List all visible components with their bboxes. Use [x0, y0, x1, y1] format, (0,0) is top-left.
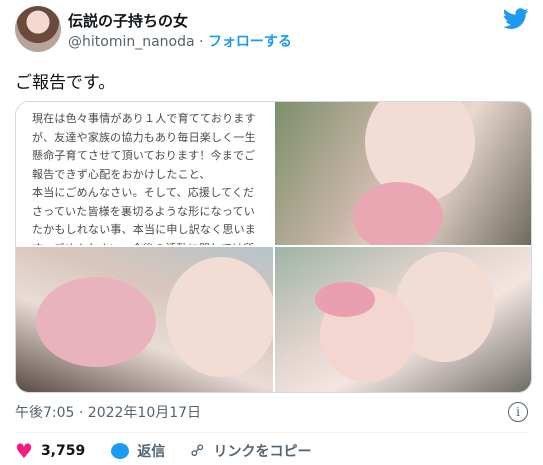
photo-3[interactable] — [16, 247, 273, 392]
copy-link-button[interactable]: ⚯ リンクをコピー — [186, 439, 312, 463]
separator: · — [199, 34, 204, 50]
link-icon: ⚯ — [186, 438, 211, 464]
handle[interactable]: @hitomin_nanoda — [68, 34, 195, 50]
divider — [15, 432, 528, 433]
tweet-text: ご報告です。 — [15, 73, 116, 93]
info-icon[interactable]: i — [508, 402, 528, 422]
copy-link-label: リンクをコピー — [213, 444, 312, 460]
reply-label: 返信 — [137, 444, 166, 460]
heart-icon: ♥ — [15, 439, 33, 463]
display-name[interactable]: 伝説の子持ちの女 — [68, 10, 188, 31]
avatar[interactable] — [15, 6, 61, 52]
twitter-bird-icon[interactable] — [503, 8, 529, 30]
photo-2[interactable] — [275, 102, 531, 245]
like-button[interactable]: ♥ 3,759 — [15, 439, 85, 463]
timestamp[interactable]: 午後7:05 · 2022年10月17日 — [15, 402, 201, 422]
notice-text: 現在は色々事情があり１人で育てております が、友達や家族の協力もあり毎日楽しく一… — [32, 112, 256, 245]
notice-image[interactable]: 現在は色々事情があり１人で育てております が、友達や家族の協力もあり毎日楽しく一… — [16, 102, 273, 245]
action-bar: ♥ 3,759 返信 ⚯ リンクをコピー — [15, 439, 337, 463]
like-count: 3,759 — [40, 443, 86, 459]
handle-row: @hitomin_nanoda · フォローする — [68, 31, 292, 51]
follow-button[interactable]: フォローする — [208, 34, 292, 50]
media-grid: 現在は色々事情があり１人で育てております が、友達や家族の協力もあり毎日楽しく一… — [15, 101, 532, 393]
reply-button[interactable]: 返信 — [111, 441, 165, 461]
speech-bubble-icon — [111, 443, 130, 459]
photo-4[interactable] — [275, 247, 531, 392]
